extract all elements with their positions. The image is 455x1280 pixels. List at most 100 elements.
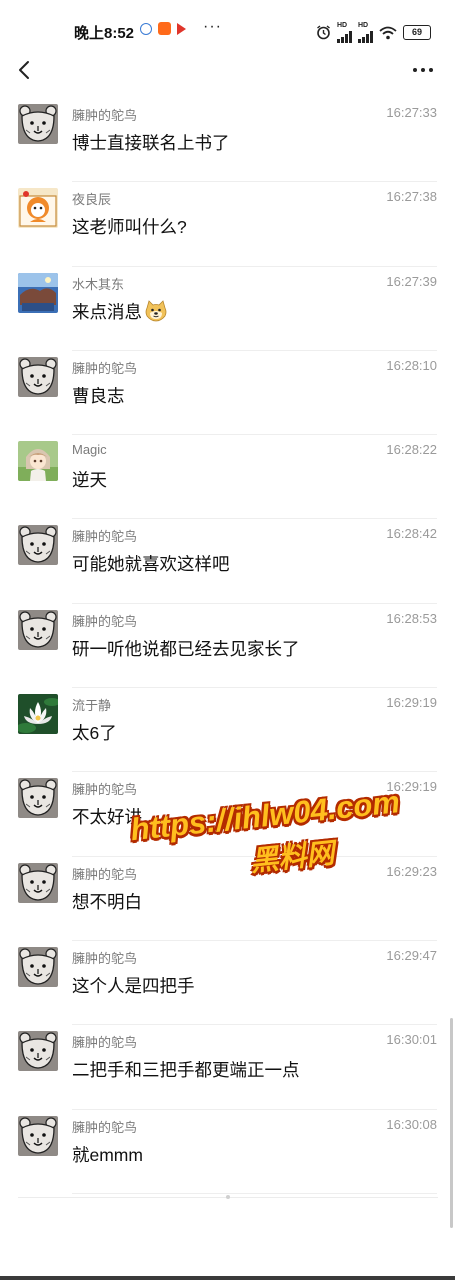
message-time: 16:28:22 bbox=[386, 442, 437, 458]
notification-icons bbox=[140, 22, 186, 35]
play-icon bbox=[177, 22, 186, 35]
avatar[interactable] bbox=[18, 694, 58, 735]
hd-label-2: HD bbox=[358, 22, 369, 29]
more-dot bbox=[421, 68, 425, 72]
message-time: 16:29:19 bbox=[386, 695, 437, 711]
message-text[interactable]: 想不明白 bbox=[72, 892, 142, 912]
wifi-icon bbox=[379, 26, 397, 39]
sender-name[interactable]: 臃肿的鸵鸟 bbox=[72, 1032, 137, 1051]
message-text-container: 这个人是四把手 bbox=[72, 973, 195, 998]
chat-message[interactable]: 臃肿的鸵鸟 16:28:10 曹良志 bbox=[0, 351, 455, 436]
chat-message[interactable]: 臃肿的鸵鸟 16:28:42 可能她就喜欢这样吧 bbox=[0, 519, 455, 604]
more-options-button[interactable] bbox=[407, 56, 439, 84]
message-time: 16:27:38 bbox=[386, 189, 437, 205]
message-text[interactable]: 可能她就喜欢这样吧 bbox=[72, 554, 230, 574]
avatar[interactable] bbox=[18, 356, 58, 397]
avatar[interactable] bbox=[18, 1031, 58, 1072]
chat-message[interactable]: 夜良辰 16:27:38 这老师叫什么? bbox=[0, 182, 455, 267]
message-time: 16:28:53 bbox=[386, 610, 437, 626]
alarm-icon bbox=[317, 25, 330, 40]
avatar[interactable] bbox=[18, 862, 58, 903]
more-notifications-icon: ··· bbox=[203, 18, 222, 35]
chat-message[interactable]: 臃肿的鸵鸟 16:28:53 研一听他说都已经去见家长了 bbox=[0, 604, 455, 689]
sender-name[interactable]: Magic bbox=[72, 442, 107, 457]
chevron-left-icon bbox=[19, 61, 29, 79]
sender-name[interactable]: 臃肿的鸵鸟 bbox=[72, 358, 137, 377]
sender-name[interactable]: 臃肿的鸵鸟 bbox=[72, 864, 137, 883]
chat-message[interactable]: 臃肿的鸵鸟 16:27:33 博士直接联名上书了 bbox=[0, 98, 455, 183]
message-time: 16:27:33 bbox=[386, 105, 437, 120]
chat-message[interactable]: Magic 16:28:22 逆天 bbox=[0, 435, 455, 520]
chat-message[interactable]: 臃肿的鸵鸟 16:29:47 这个人是四把手 bbox=[0, 941, 455, 1026]
message-text-container: 博士直接联名上书了 bbox=[72, 130, 230, 155]
message-text[interactable]: 二把手和三把手都更端正一点 bbox=[72, 1060, 300, 1080]
message-text[interactable]: 这个人是四把手 bbox=[72, 976, 195, 996]
message-text[interactable]: 逆天 bbox=[72, 470, 107, 490]
sender-name[interactable]: 流于静 bbox=[72, 695, 111, 714]
sender-name[interactable]: 臃肿的鸵鸟 bbox=[72, 105, 137, 124]
sender-name[interactable]: 水木其东 bbox=[72, 274, 124, 293]
message-text-container: 就emmm bbox=[72, 1142, 143, 1167]
signal-icon-2 bbox=[358, 29, 373, 43]
message-text[interactable]: 博士直接联名上书了 bbox=[72, 133, 230, 153]
avatar[interactable] bbox=[18, 441, 58, 482]
message-text-container: 来点消息 bbox=[72, 299, 168, 327]
message-time: 16:28:10 bbox=[386, 357, 437, 373]
status-time: 晚上8:52 bbox=[74, 25, 135, 42]
message-text-container: 二把手和三把手都更端正一点 bbox=[72, 1057, 300, 1082]
sender-name[interactable]: 臃肿的鸵鸟 bbox=[72, 948, 137, 967]
hd-label: HD bbox=[337, 22, 348, 29]
home-indicator bbox=[0, 1276, 455, 1280]
message-text[interactable]: 曹良志 bbox=[72, 386, 125, 406]
message-time: 16:29:47 bbox=[386, 947, 437, 963]
signal-icon-1 bbox=[337, 29, 352, 43]
avatar[interactable] bbox=[18, 778, 58, 819]
message-text-container: 可能她就喜欢这样吧 bbox=[72, 551, 230, 576]
message-time: 16:27:39 bbox=[386, 273, 437, 289]
sender-name[interactable]: 臃肿的鸵鸟 bbox=[72, 611, 137, 630]
more-dot bbox=[429, 68, 433, 72]
message-divider bbox=[72, 1192, 437, 1194]
system-indicators: HD HD 69 bbox=[316, 22, 431, 43]
scrollbar[interactable] bbox=[450, 1018, 453, 1228]
message-text[interactable]: 这老师叫什么? bbox=[72, 217, 187, 237]
avatar[interactable] bbox=[18, 525, 58, 566]
message-text-container: 太6了 bbox=[72, 720, 117, 745]
back-button[interactable] bbox=[12, 56, 40, 84]
message-text-container: 研一听他说都已经去见家长了 bbox=[72, 636, 300, 661]
message-text[interactable]: 就emmm bbox=[72, 1145, 143, 1165]
nav-bar bbox=[0, 50, 455, 94]
more-dot bbox=[413, 68, 417, 72]
list-end-dot bbox=[226, 1195, 230, 1199]
battery-icon: 69 bbox=[403, 25, 431, 40]
avatar[interactable] bbox=[18, 188, 58, 229]
avatar[interactable] bbox=[18, 946, 58, 987]
chat-message[interactable]: 流于静 16:29:19 太6了 bbox=[0, 688, 455, 773]
sender-name[interactable]: 夜良辰 bbox=[72, 189, 111, 208]
message-text[interactable]: 来点消息 bbox=[72, 302, 142, 322]
message-text-container: 曹良志 bbox=[72, 383, 125, 408]
message-text[interactable]: 太6了 bbox=[72, 723, 117, 743]
message-text-container: 这老师叫什么? bbox=[72, 214, 187, 239]
message-text-container: 逆天 bbox=[72, 467, 107, 492]
notification-app-icon bbox=[140, 22, 152, 35]
chat-message-list[interactable]: 臃肿的鸵鸟 16:27:33 博士直接联名上书了 夜良辰 16:27:38 这老师叫什么?… bbox=[0, 98, 455, 1194]
message-time: 16:30:01 bbox=[386, 1032, 437, 1048]
avatar[interactable] bbox=[18, 1115, 58, 1156]
sender-name[interactable]: 臃肿的鸵鸟 bbox=[72, 526, 137, 545]
taobao-icon bbox=[158, 22, 171, 35]
chat-message[interactable]: 臃肿的鸵鸟 16:30:08 就emmm bbox=[0, 1110, 455, 1194]
sender-name[interactable]: 臃肿的鸵鸟 bbox=[72, 1117, 137, 1136]
chat-message[interactable]: 臃肿的鸵鸟 16:30:01 二把手和三把手都更端正一点 bbox=[0, 1025, 455, 1110]
sender-name[interactable]: 臃肿的鸵鸟 bbox=[72, 779, 137, 798]
avatar[interactable] bbox=[18, 609, 58, 650]
message-time: 16:28:42 bbox=[386, 526, 437, 542]
avatar[interactable] bbox=[18, 104, 58, 144]
message-time: 16:30:08 bbox=[386, 1116, 437, 1132]
watermark-site-name: 黑料网 bbox=[248, 837, 336, 877]
avatar[interactable] bbox=[18, 272, 58, 313]
message-text[interactable]: 研一听他说都已经去见家长了 bbox=[72, 639, 300, 659]
chat-message[interactable]: 水木其东 16:27:39 来点消息 bbox=[0, 267, 455, 351]
message-text-container: 想不明白 bbox=[72, 889, 142, 914]
doge-emoji-icon bbox=[144, 299, 168, 327]
